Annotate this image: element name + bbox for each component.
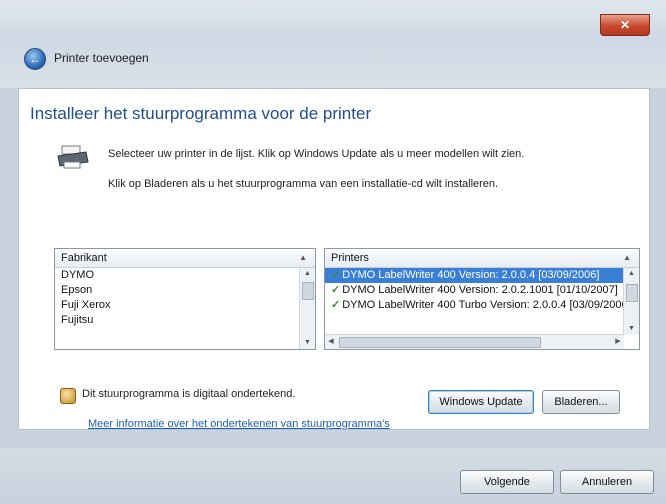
sort-arrow-icon: ▲ bbox=[299, 253, 307, 262]
driver-signed-icon: ✓ bbox=[331, 284, 341, 296]
list-item[interactable]: DYMO bbox=[55, 268, 315, 283]
next-button[interactable]: Volgende bbox=[460, 470, 554, 494]
scroll-thumb[interactable] bbox=[626, 284, 638, 302]
list-item[interactable]: ✓ DYMO LabelWriter 400 Version: 2.0.2.100… bbox=[325, 283, 624, 298]
driver-signed-icon: ✓ bbox=[331, 299, 341, 311]
scroll-thumb[interactable] bbox=[302, 282, 314, 300]
printer-horizontal-scrollbar[interactable]: ◀ ▶ bbox=[325, 334, 624, 349]
close-button[interactable]: ✕ bbox=[600, 14, 650, 36]
windows-update-button[interactable]: Windows Update bbox=[428, 390, 534, 414]
printer-vertical-scrollbar[interactable]: ▲ ▼ bbox=[623, 268, 639, 335]
manufacturer-list[interactable]: Fabrikant ▲ DYMO Epson Fuji Xerox Fujits… bbox=[54, 248, 316, 350]
window-title: Printer toevoegen bbox=[54, 51, 149, 65]
close-icon: ✕ bbox=[619, 18, 631, 32]
driver-signing-info-link[interactable]: Meer informatie over het ondertekenen va… bbox=[88, 418, 390, 430]
printer-list[interactable]: Printers ▲ ✓ DYMO LabelWriter 400 Version… bbox=[324, 248, 640, 350]
manufacturer-scrollbar[interactable]: ▲ ▼ bbox=[299, 268, 315, 349]
intro-text-line2: Klik op Bladeren als u het stuurprogramm… bbox=[108, 178, 499, 190]
manufacturer-column-header[interactable]: Fabrikant ▲ bbox=[55, 249, 315, 268]
scroll-up-icon[interactable]: ▲ bbox=[624, 268, 639, 280]
list-item-selected[interactable]: ✓ DYMO LabelWriter 400 Version: 2.0.0.4 [… bbox=[325, 268, 624, 283]
back-button[interactable]: ← bbox=[24, 48, 46, 70]
list-item[interactable]: Fujitsu bbox=[55, 313, 315, 328]
back-arrow-icon: ← bbox=[29, 52, 41, 66]
scroll-up-icon[interactable]: ▲ bbox=[300, 268, 315, 280]
cancel-button[interactable]: Annuleren bbox=[560, 470, 654, 494]
intro-text-line1: Selecteer uw printer in de lijst. Klik o… bbox=[108, 148, 525, 160]
scroll-down-icon[interactable]: ▼ bbox=[300, 337, 315, 349]
printer-icon bbox=[57, 145, 89, 169]
title-bar bbox=[0, 0, 666, 88]
manufacturer-header-label: Fabrikant bbox=[61, 252, 107, 264]
page-heading: Installeer het stuurprogramma voor de pr… bbox=[30, 104, 372, 123]
scroll-down-icon[interactable]: ▼ bbox=[624, 323, 639, 335]
signature-status-text: Dit stuurprogramma is digitaal onderteke… bbox=[82, 388, 296, 400]
manufacturer-rows: DYMO Epson Fuji Xerox Fujitsu bbox=[55, 268, 315, 349]
digital-signature-icon bbox=[60, 388, 76, 404]
scroll-thumb[interactable] bbox=[339, 337, 541, 348]
browse-button[interactable]: Bladeren... bbox=[542, 390, 620, 414]
driver-signed-icon: ✓ bbox=[331, 269, 341, 281]
sort-arrow-icon: ▲ bbox=[623, 253, 631, 262]
scroll-left-icon[interactable]: ◀ bbox=[325, 335, 337, 349]
scroll-right-icon[interactable]: ▶ bbox=[612, 335, 624, 349]
list-item[interactable]: Epson bbox=[55, 283, 315, 298]
printers-header-label: Printers bbox=[331, 252, 369, 264]
printer-rows: ✓ DYMO LabelWriter 400 Version: 2.0.0.4 [… bbox=[325, 268, 631, 335]
list-item[interactable]: ✓ DYMO LabelWriter 400 Turbo Version: 2.0… bbox=[325, 298, 631, 313]
list-item[interactable]: Fuji Xerox bbox=[55, 298, 315, 313]
printers-column-header[interactable]: Printers ▲ bbox=[325, 249, 639, 268]
